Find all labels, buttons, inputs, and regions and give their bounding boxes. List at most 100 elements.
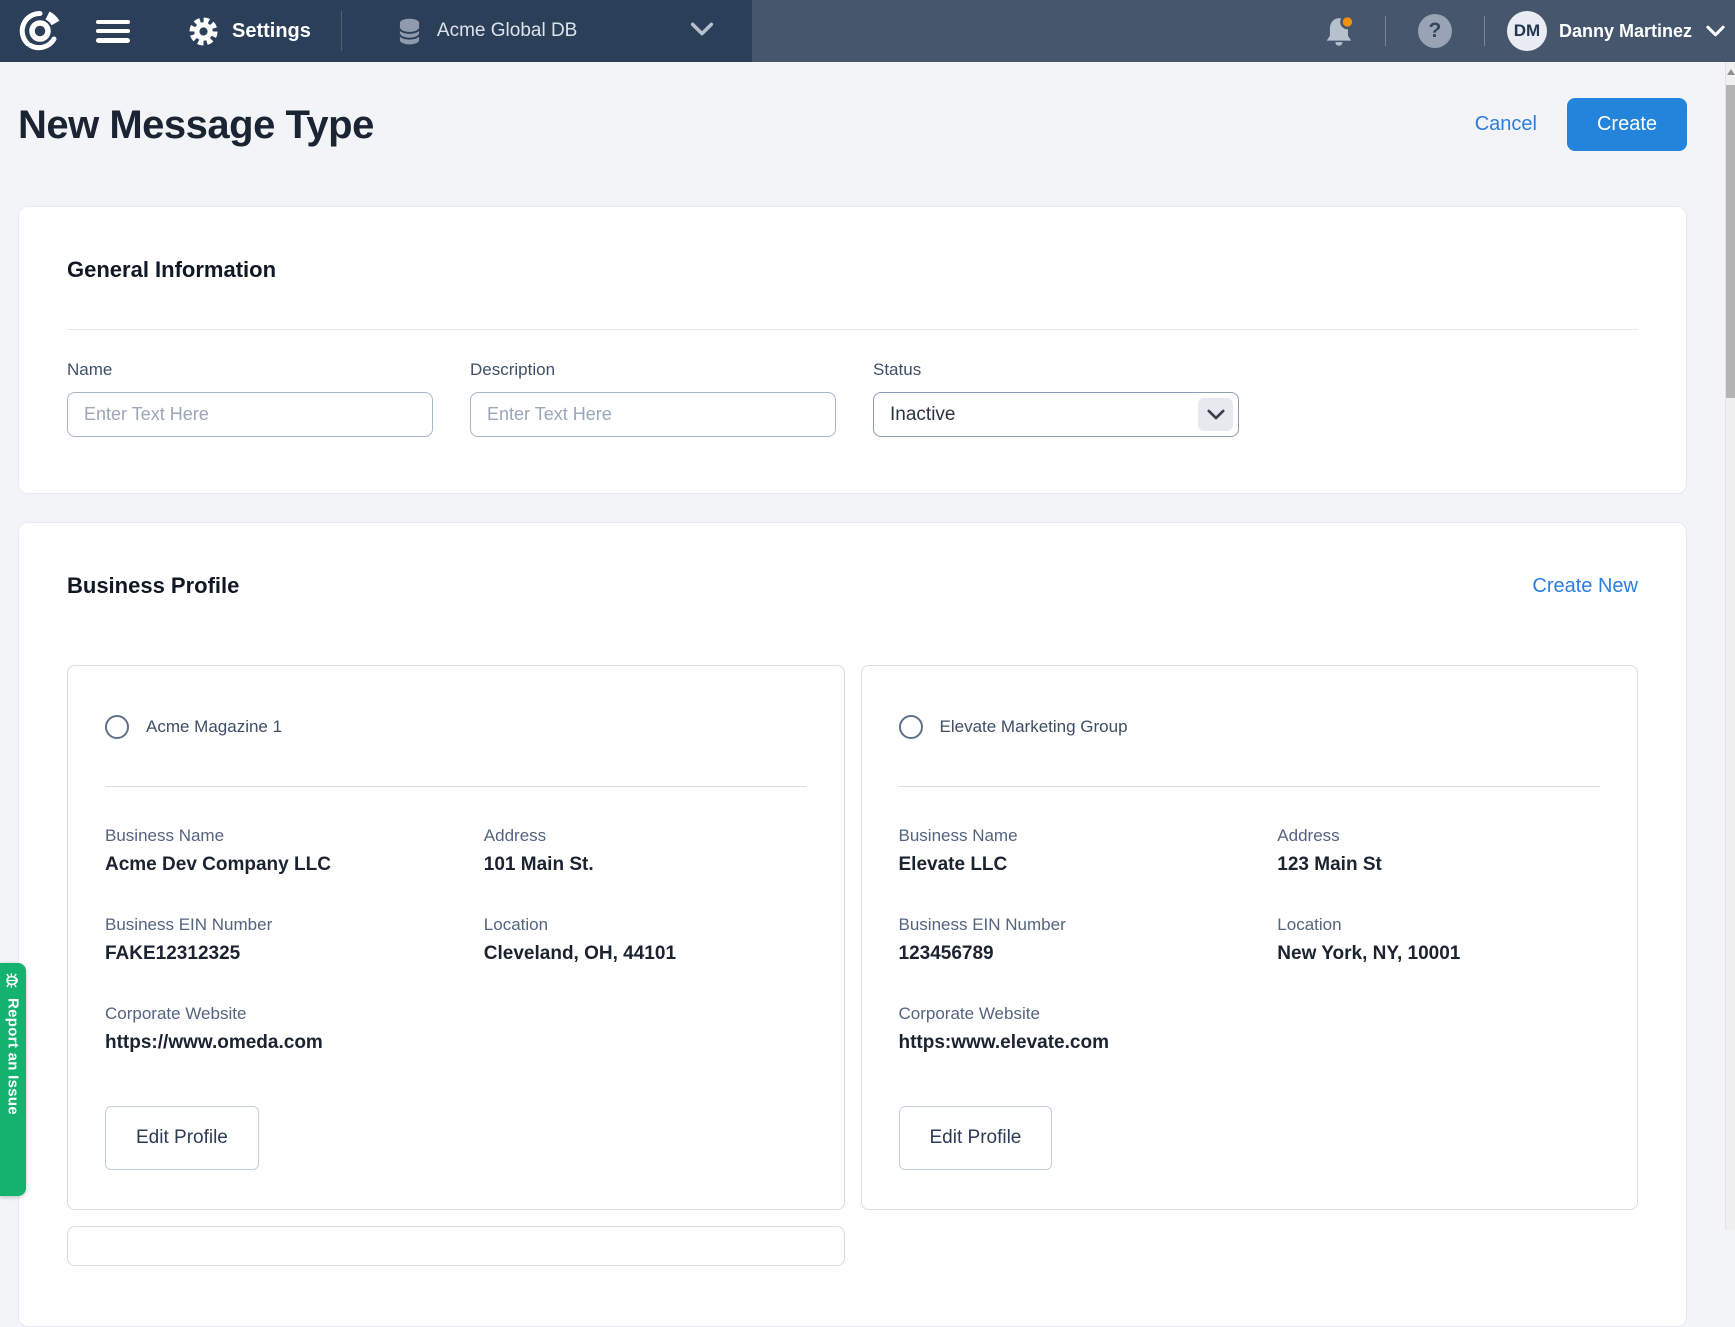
status-selected-value: Inactive: [890, 404, 955, 426]
profile-radio-label: Elevate Marketing Group: [940, 717, 1128, 737]
gear-icon: [188, 16, 219, 47]
profile-fields: Business Name Elevate LLC Address 123 Ma…: [899, 825, 1601, 1056]
profile-field: Business Name Elevate LLC: [899, 825, 1278, 878]
next-profile-card-partial: [67, 1226, 845, 1266]
profile-field: Address 101 Main St.: [484, 825, 807, 878]
user-menu[interactable]: DM Danny Martinez: [1507, 11, 1725, 51]
description-label: Description: [470, 360, 836, 380]
section-divider: [67, 329, 1638, 330]
business-profile-card: Business Profile Create New Acme Magazin…: [18, 522, 1687, 1327]
radio-button[interactable]: [105, 715, 129, 739]
field-label: Address: [484, 825, 807, 847]
edit-profile-button[interactable]: Edit Profile: [105, 1106, 259, 1170]
business-profile-heading: Business Profile: [67, 573, 239, 599]
field-value: https:www.elevate.com: [899, 1030, 1278, 1056]
topbar-left-section: Settings Acme Global DB: [0, 0, 752, 62]
hamburger-menu-icon[interactable]: [96, 20, 130, 43]
user-name: Danny Martinez: [1559, 21, 1692, 42]
name-label: Name: [67, 360, 433, 380]
hamburger-bar: [96, 38, 130, 43]
field-label: Address: [1277, 825, 1600, 847]
hamburger-bar: [96, 20, 130, 25]
create-button[interactable]: Create: [1567, 98, 1687, 151]
notification-badge: [1341, 16, 1353, 28]
help-button[interactable]: ?: [1418, 14, 1452, 48]
header-divider: [1484, 16, 1485, 46]
field-label: Business EIN Number: [105, 914, 484, 936]
description-field-group: Description: [470, 360, 836, 437]
database-selector[interactable]: Acme Global DB: [398, 18, 714, 45]
field-value: 123 Main St: [1277, 852, 1600, 878]
field-label: Corporate Website: [105, 1003, 484, 1025]
notifications-button[interactable]: [1323, 14, 1357, 48]
business-profile-option-card: Acme Magazine 1 Business Name Acme Dev C…: [67, 665, 845, 1210]
report-an-issue-tab[interactable]: Report an Issue: [0, 963, 26, 1196]
vertical-scrollbar[interactable]: [1725, 62, 1735, 1230]
create-new-link[interactable]: Create New: [1532, 575, 1638, 598]
profile-field: Business EIN Number 123456789: [899, 914, 1278, 967]
name-input[interactable]: [67, 392, 433, 437]
chevron-down-icon: [1207, 409, 1225, 420]
question-mark-icon: ?: [1429, 19, 1442, 43]
profile-fields: Business Name Acme Dev Company LLC Addre…: [105, 825, 807, 1056]
page-header: New Message Type Cancel Create: [18, 98, 1687, 151]
bug-icon: [5, 972, 22, 989]
database-name: Acme Global DB: [437, 20, 577, 42]
avatar-initials: DM: [1514, 21, 1540, 41]
settings-menu-item[interactable]: Settings: [188, 16, 311, 47]
topbar-right-section: ? DM Danny Martinez: [752, 0, 1735, 62]
profile-radio-option[interactable]: Elevate Marketing Group: [899, 715, 1601, 739]
chevron-down-icon: [690, 22, 714, 41]
field-value: Elevate LLC: [899, 852, 1278, 878]
business-profile-option-card: Elevate Marketing Group Business Name El…: [861, 665, 1639, 1210]
cancel-button[interactable]: Cancel: [1475, 113, 1537, 136]
field-label: Business Name: [899, 825, 1278, 847]
business-profile-header: Business Profile Create New: [67, 573, 1638, 599]
header-divider: [1385, 16, 1386, 46]
status-field-group: Status Inactive: [873, 360, 1239, 437]
app-logo-icon: [18, 9, 62, 53]
general-information-heading: General Information: [67, 257, 1638, 283]
field-value: New York, NY, 10001: [1277, 941, 1600, 967]
profile-field: Business EIN Number FAKE12312325: [105, 914, 484, 967]
field-label: Location: [1277, 914, 1600, 936]
field-label: Location: [484, 914, 807, 936]
profile-field: Corporate Website https:www.elevate.com: [899, 1003, 1278, 1056]
profile-divider: [105, 786, 807, 787]
chevron-down-icon: [1706, 25, 1725, 37]
profile-field: Address 123 Main St: [1277, 825, 1600, 878]
field-label: Business EIN Number: [899, 914, 1278, 936]
field-value: https://www.omeda.com: [105, 1030, 484, 1056]
field-value: 123456789: [899, 941, 1278, 967]
scrollbar-thumb[interactable]: [1726, 85, 1735, 398]
field-value: Acme Dev Company LLC: [105, 852, 484, 878]
page-actions: Cancel Create: [1475, 98, 1687, 151]
page-title: New Message Type: [18, 99, 374, 151]
radio-button[interactable]: [899, 715, 923, 739]
profile-radio-option[interactable]: Acme Magazine 1: [105, 715, 807, 739]
profile-divider: [899, 786, 1601, 787]
bell-icon: [1323, 14, 1357, 48]
database-icon: [398, 18, 421, 45]
field-value: FAKE12312325: [105, 941, 484, 967]
field-value: Cleveland, OH, 44101: [484, 941, 807, 967]
profile-field: Corporate Website https://www.omeda.com: [105, 1003, 484, 1056]
profile-radio-label: Acme Magazine 1: [146, 717, 282, 737]
edit-profile-button[interactable]: Edit Profile: [899, 1106, 1053, 1170]
field-label: Corporate Website: [899, 1003, 1278, 1025]
profile-field: Location Cleveland, OH, 44101: [484, 914, 807, 967]
scrollbar-up-arrow[interactable]: [1727, 69, 1735, 75]
report-an-issue-label: Report an Issue: [5, 998, 22, 1115]
status-select[interactable]: Inactive: [873, 392, 1239, 437]
general-information-card: General Information Name Description Sta…: [18, 206, 1687, 494]
profile-field: Business Name Acme Dev Company LLC: [105, 825, 484, 878]
business-profiles-grid: Acme Magazine 1 Business Name Acme Dev C…: [67, 665, 1638, 1210]
field-value: 101 Main St.: [484, 852, 807, 878]
description-input[interactable]: [470, 392, 836, 437]
main-content: New Message Type Cancel Create General I…: [18, 98, 1687, 1327]
select-chevron-box: [1198, 398, 1233, 431]
header-divider: [341, 11, 342, 51]
field-label: Business Name: [105, 825, 484, 847]
avatar: DM: [1507, 11, 1547, 51]
settings-label: Settings: [232, 20, 311, 43]
